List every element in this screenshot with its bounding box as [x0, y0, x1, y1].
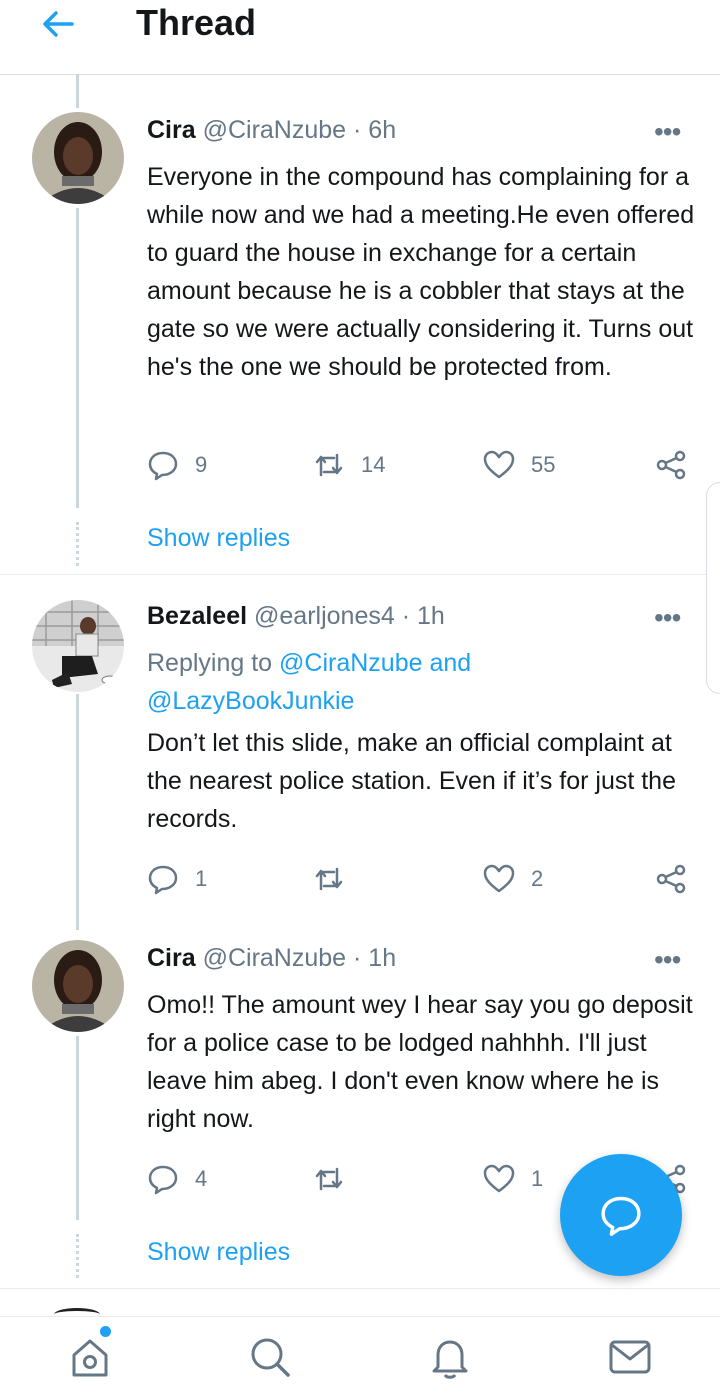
like-count: 1 [531, 1166, 544, 1191]
share-button[interactable] [655, 862, 687, 896]
share-icon [656, 450, 686, 480]
share-icon [656, 864, 686, 894]
more-options-button[interactable]: ••• [654, 946, 688, 974]
retweet-button[interactable] [313, 862, 345, 896]
more-options-button[interactable]: ••• [654, 118, 688, 146]
heart-icon [483, 1164, 515, 1193]
avatar[interactable] [32, 940, 124, 1032]
compose-reply-button[interactable] [560, 1154, 682, 1276]
retweet-button[interactable] [313, 1162, 345, 1196]
tweet-header: Bezaleel @earljones4 · 1h [147, 600, 445, 632]
thread-dots [76, 1234, 82, 1278]
home-icon [72, 1339, 108, 1377]
reply-count: 9 [195, 452, 208, 477]
avatar[interactable] [32, 112, 124, 204]
tweet-header: Cira @CiraNzube · 6h [147, 114, 396, 146]
retweet-icon [315, 1167, 343, 1191]
like-button[interactable]: 1 [483, 1162, 543, 1196]
retweet-icon [315, 453, 343, 477]
tweet-text: Don’t let this slide, make an official c… [147, 729, 676, 833]
retweet-count: 14 [361, 452, 386, 477]
back-button[interactable] [36, 6, 80, 42]
more-options-button[interactable]: ••• [654, 604, 688, 632]
like-button[interactable]: 55 [483, 448, 555, 482]
top-app-bar: Thread [0, 0, 720, 75]
reply-icon [148, 865, 178, 895]
like-count: 55 [531, 452, 556, 477]
thread-line-top [76, 74, 79, 108]
show-replies-link[interactable]: Show replies [147, 523, 290, 553]
reply-count: 4 [195, 1166, 208, 1191]
nav-home[interactable] [64, 1331, 116, 1383]
like-count: 2 [531, 866, 544, 891]
share-button[interactable] [655, 448, 687, 482]
reply-icon [148, 1165, 178, 1195]
thread-line [76, 694, 79, 930]
show-replies-link[interactable]: Show replies [147, 1237, 290, 1267]
reply-button[interactable]: 9 [147, 448, 207, 482]
mention-link[interactable]: @CiraNzube and [279, 649, 471, 677]
page-title: Thread [136, 2, 257, 43]
notification-dot [100, 1326, 111, 1337]
author-name[interactable]: Bezaleel [147, 602, 247, 630]
thread-line [76, 1036, 79, 1220]
divider [0, 574, 720, 575]
author-handle[interactable]: @CiraNzube [203, 944, 346, 972]
nav-notifications[interactable] [424, 1331, 476, 1383]
avatar[interactable] [32, 600, 124, 692]
author-name[interactable]: Cira [147, 944, 196, 972]
author-name[interactable]: Cira [147, 116, 196, 144]
divider [0, 1288, 720, 1289]
tweet-actions: 1 2 [147, 862, 692, 896]
tweet-time: · 1h [401, 602, 445, 630]
reply-icon [148, 451, 178, 481]
reply-button[interactable]: 1 [147, 862, 207, 896]
nav-search[interactable] [244, 1331, 296, 1383]
search-icon [251, 1338, 290, 1377]
tweet-text: Everyone in the compound has complaining… [147, 163, 695, 381]
author-handle[interactable]: @CiraNzube [203, 116, 346, 144]
tweet-header: Cira @CiraNzube · 1h [147, 942, 396, 974]
messages-icon [609, 1340, 651, 1374]
like-button[interactable]: 2 [483, 862, 543, 896]
tweet-time: · 1h [353, 944, 397, 972]
arrow-left-icon [43, 11, 74, 37]
reply-count: 1 [195, 866, 208, 891]
replying-to-label: Replying to [147, 649, 280, 677]
reply-button[interactable]: 4 [147, 1162, 207, 1196]
retweet-icon [315, 867, 343, 891]
tweet-time: · 6h [353, 116, 397, 144]
heart-icon [483, 864, 515, 893]
bottom-nav [0, 1316, 720, 1393]
heart-icon [483, 450, 515, 479]
reply-bubble-icon [601, 1196, 641, 1236]
scroll-handle[interactable] [706, 482, 720, 694]
nav-messages[interactable] [604, 1331, 656, 1383]
retweet-button[interactable]: 14 [313, 448, 385, 482]
author-handle[interactable]: @earljones4 [254, 602, 395, 630]
thread-dots [76, 522, 82, 566]
tweet-text: Omo!! The amount wey I hear say you go d… [147, 991, 693, 1133]
mention-link[interactable]: @LazyBookJunkie [147, 687, 354, 715]
tweet-actions: 9 14 55 [147, 448, 692, 482]
thread-line [76, 208, 79, 508]
notifications-icon [432, 1340, 468, 1379]
replying-to: Replying to @CiraNzube and @LazyBookJunk… [147, 644, 471, 720]
